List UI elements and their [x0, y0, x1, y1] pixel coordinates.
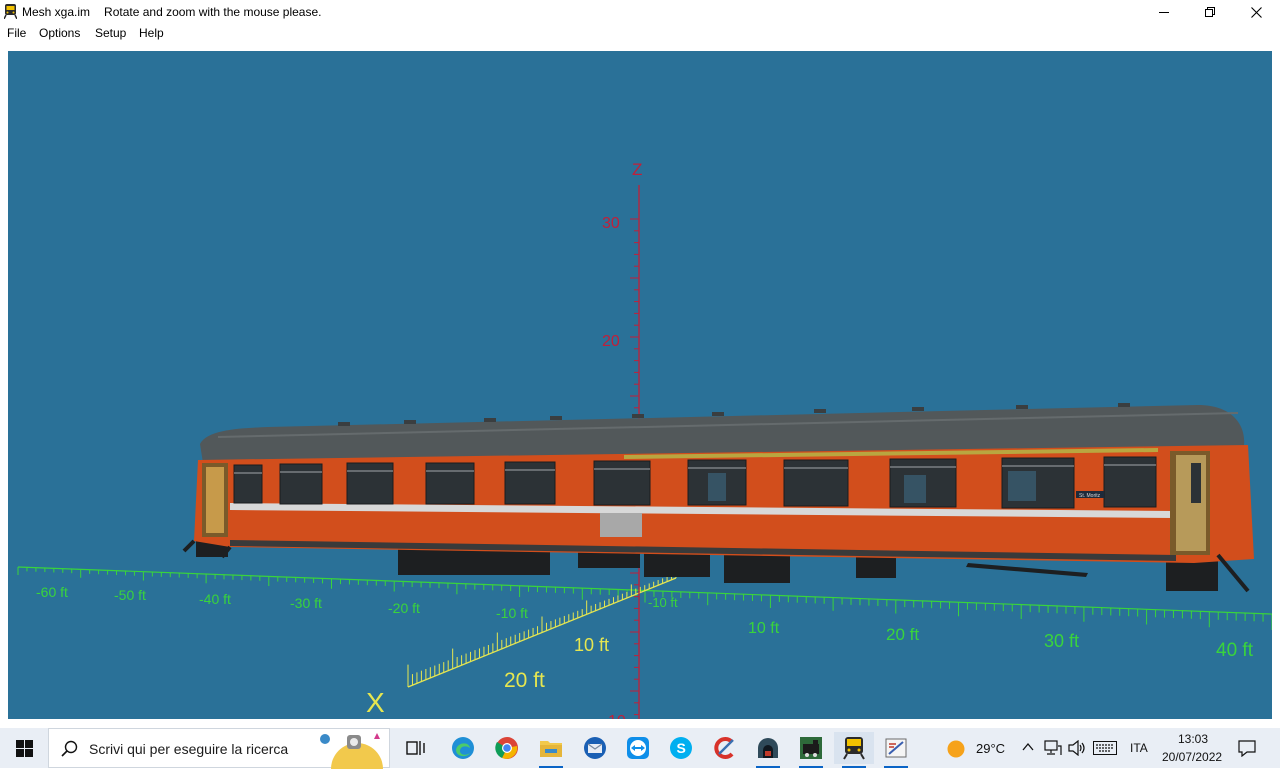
editor-tool-taskbar-button[interactable]: [876, 732, 916, 768]
y-tick-label: -20 ft: [388, 600, 420, 616]
3d-viewport[interactable]: -60 ft -50 ft -40 ft -30 ft -20 ft -10 f…: [8, 51, 1272, 719]
skype-icon: S: [670, 737, 692, 759]
y-tick-label: -10 ft: [648, 595, 678, 610]
x-axis-ruler: 10 ft 20 ft X: [366, 568, 677, 718]
restore-icon: [1205, 7, 1215, 17]
skype-taskbar-button[interactable]: S: [661, 732, 701, 764]
clock-date[interactable]: 20/07/2022: [1162, 750, 1222, 764]
locomotive-icon: [800, 737, 822, 759]
menu-setup[interactable]: Setup: [95, 26, 126, 40]
train-depot-taskbar-button[interactable]: [748, 732, 788, 768]
restore-button[interactable]: [1187, 0, 1233, 24]
volume-icon[interactable]: [1068, 740, 1086, 756]
svg-text:S: S: [677, 740, 686, 756]
menu-options[interactable]: Options: [39, 26, 80, 40]
z-tick-label: 20: [602, 333, 620, 350]
teamviewer-icon: [627, 737, 649, 759]
coach-name-plate: St. Moritz: [1079, 493, 1101, 499]
windows-logo-icon: [15, 739, 33, 757]
z-tick-label: 10: [608, 713, 626, 719]
close-icon: [1250, 6, 1262, 18]
input-language[interactable]: ITA: [1130, 741, 1148, 755]
chrome-icon: [495, 737, 518, 759]
minimize-icon: [1159, 12, 1169, 13]
ccleaner-taskbar-button[interactable]: [705, 732, 745, 764]
y-tick-label: -50 ft: [114, 587, 146, 603]
task-view-button[interactable]: [396, 732, 436, 764]
edge-icon: [452, 737, 474, 759]
notification-icon[interactable]: [1238, 740, 1256, 757]
search-box[interactable]: Scrivi qui per eseguire la ricerca: [48, 728, 390, 769]
weather-sun-icon: [947, 740, 965, 758]
chevron-up-icon[interactable]: [1022, 742, 1034, 752]
y-tick-label: -60 ft: [36, 584, 68, 600]
edge-taskbar-button[interactable]: [443, 732, 483, 764]
teamviewer-taskbar-button[interactable]: [618, 732, 658, 764]
train-depot-icon: [758, 738, 778, 758]
menu-file[interactable]: File: [7, 26, 26, 40]
y-axis-ruler: -60 ft -50 ft -40 ft -30 ft -20 ft -10 f…: [17, 566, 1272, 661]
z-axis-label: Z: [632, 160, 642, 179]
weather-temperature[interactable]: 29°C: [976, 741, 1005, 756]
train-front-icon: [843, 737, 865, 760]
x-axis-label: X: [366, 687, 385, 718]
thunderbird-taskbar-button[interactable]: [575, 732, 615, 764]
clock-time[interactable]: 13:03: [1178, 732, 1208, 746]
y-tick-label: 30 ft: [1044, 631, 1079, 651]
y-tick-label: 10 ft: [748, 620, 780, 637]
locomotive-taskbar-button[interactable]: [791, 732, 831, 768]
y-tick-label: 40 ft: [1216, 640, 1254, 661]
editor-tool-icon: [885, 738, 907, 758]
app-train-icon: [4, 4, 17, 19]
windows-taskbar: Scrivi qui per eseguire la ricerca S 29°…: [0, 728, 1280, 769]
minimize-button[interactable]: [1141, 0, 1187, 24]
task-view-icon: [406, 741, 425, 755]
search-highlight-illustration-icon: [320, 733, 383, 769]
x-tick-label: 20 ft: [504, 669, 545, 692]
file-explorer-icon: [540, 741, 562, 757]
window-filename: Mesh xga.im: [22, 5, 91, 19]
y-tick-label: -40 ft: [199, 591, 231, 607]
file-explorer-taskbar-button[interactable]: [531, 732, 571, 768]
search-icon: [61, 740, 78, 757]
ccleaner-icon: [714, 737, 734, 759]
title-bar: Mesh xga.im Rotate and zoom with the mous…: [0, 0, 1280, 24]
start-button[interactable]: [0, 728, 48, 768]
x-tick-label: 10 ft: [574, 635, 609, 655]
network-icon[interactable]: [1044, 740, 1062, 756]
y-tick-label: -10 ft: [496, 605, 528, 621]
train-front-taskbar-button[interactable]: [834, 732, 874, 768]
close-button[interactable]: [1233, 0, 1279, 24]
keyboard-icon[interactable]: [1093, 741, 1117, 755]
z-tick-label: 30: [602, 215, 620, 232]
thunderbird-icon: [584, 737, 606, 759]
chrome-taskbar-button[interactable]: [487, 732, 527, 764]
y-tick-label: -30 ft: [290, 595, 322, 611]
window-hint: Rotate and zoom with the mouse please.: [104, 5, 322, 19]
railway-coach-model: St. Moritz: [182, 403, 1254, 593]
window-title: Mesh xga.im Rotate and zoom with the mous…: [22, 5, 322, 19]
menu-help[interactable]: Help: [139, 26, 164, 40]
search-placeholder: Scrivi qui per eseguire la ricerca: [89, 741, 289, 757]
y-tick-label: 20 ft: [886, 625, 919, 644]
menu-bar: File Options Setup Help: [0, 24, 1280, 42]
